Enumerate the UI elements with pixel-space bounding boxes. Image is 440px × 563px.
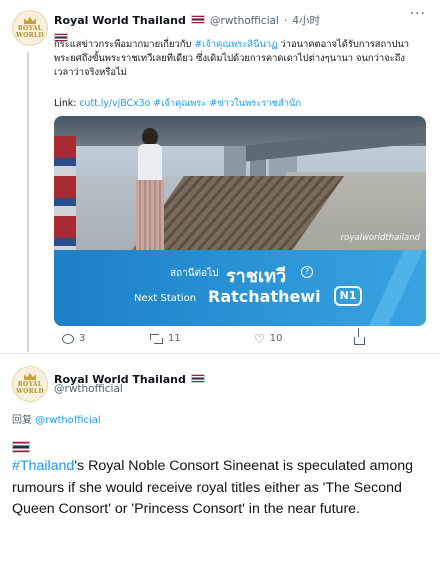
timestamp[interactable]: 4小时 xyxy=(292,15,320,27)
author-handle[interactable]: @rwthofficial xyxy=(54,383,123,395)
share-icon xyxy=(354,328,365,345)
thai-flag-icon xyxy=(190,374,205,383)
tweet-1[interactable]: ROYAL WORLD Royal World Thailand @rwthof… xyxy=(0,0,440,353)
person xyxy=(132,128,168,256)
thread-line xyxy=(27,52,29,352)
avatar[interactable]: ROYAL WORLD xyxy=(12,366,48,402)
sign-thai-next: สถานีต่อไป xyxy=(170,268,219,279)
more-icon[interactable]: ··· xyxy=(410,6,426,22)
hashtag-link-3[interactable]: #ข่าวในพระราชสำนัก xyxy=(209,98,301,109)
thai-flag-icon xyxy=(190,15,205,24)
reply-count: 3 xyxy=(79,333,86,344)
crown-icon xyxy=(24,17,36,24)
tweet-header: Royal World Thailand @rwthofficial · 4小时 xyxy=(54,9,320,28)
sign-question: ? xyxy=(301,266,313,278)
avatar-text-1: ROYAL xyxy=(17,381,43,388)
reply-button[interactable]: 3 xyxy=(62,333,85,344)
tweet-image[interactable]: royalworldthailand สถานีต่อไป ราชเทวี ? … xyxy=(54,116,426,326)
url-link[interactable]: cutt.ly/vjBCx3o xyxy=(79,98,150,109)
sign-next-station: Next Station xyxy=(134,293,197,304)
link-label: Link: xyxy=(54,98,77,109)
tweet-text: กระแสข่าวกระพือมากมายเกี่ยวกับ #เจ้าคุณพ… xyxy=(54,38,424,80)
pillar xyxy=(54,136,76,266)
hashtag-link[interactable]: #เจ้าคุณพระสินีนาฏ xyxy=(194,39,277,50)
hashtag-link[interactable]: #Thailand xyxy=(12,458,74,474)
separator: · xyxy=(283,15,288,27)
avatar[interactable]: ROYAL WORLD xyxy=(12,10,48,46)
person-skirt xyxy=(136,180,164,254)
person-blouse xyxy=(138,144,162,182)
reply-context: 回复 @rwthofficial xyxy=(12,411,101,426)
author-name[interactable]: Royal World Thailand xyxy=(54,14,186,27)
avatar-text-2: WORLD xyxy=(16,388,44,395)
tweet-2-text: #Thailand's Royal Noble Consort Sineenat… xyxy=(12,456,432,521)
heart-icon: ♡ xyxy=(254,331,265,346)
like-button[interactable]: ♡ 10 xyxy=(254,331,283,346)
reply-icon xyxy=(62,333,74,344)
retweet-count: 11 xyxy=(168,333,181,344)
hashtag-link-2[interactable]: #เจ้าคุณพระ xyxy=(153,98,206,109)
divider xyxy=(0,353,440,354)
link-line: Link: cutt.ly/vjBCx3o #เจ้าคุณพระ #ข่าวใ… xyxy=(54,96,301,111)
retweet-button[interactable]: 11 xyxy=(150,333,181,344)
flag-line xyxy=(12,436,30,455)
sign-station-name: Ratchathewi xyxy=(208,287,321,306)
retweet-icon xyxy=(150,333,163,344)
watermark: royalworldthailand xyxy=(340,233,420,243)
sign-thai-station: ราชเทวี xyxy=(226,266,287,287)
reply-to-link[interactable]: @rwthofficial xyxy=(35,415,101,426)
tweet-actions: 3 11 ♡ 10 xyxy=(54,328,384,349)
reply-prefix: 回复 xyxy=(12,415,32,426)
station-sign: สถานีต่อไป ราชเทวี ? Next Station Ratcha… xyxy=(54,250,426,326)
crown-icon xyxy=(24,373,36,380)
avatar-text-2: WORLD xyxy=(16,32,44,39)
author-handle[interactable]: @rwthofficial xyxy=(210,15,279,27)
sign-stripe xyxy=(366,250,426,326)
sign-station-code: N1 xyxy=(334,286,362,306)
tweet-text-part1: กระแสข่าวกระพือมากมายเกี่ยวกับ xyxy=(54,39,195,50)
avatar-text-1: ROYAL xyxy=(17,25,43,32)
thai-flag-icon xyxy=(12,440,30,453)
share-button[interactable] xyxy=(354,328,365,345)
like-count: 10 xyxy=(269,333,283,344)
